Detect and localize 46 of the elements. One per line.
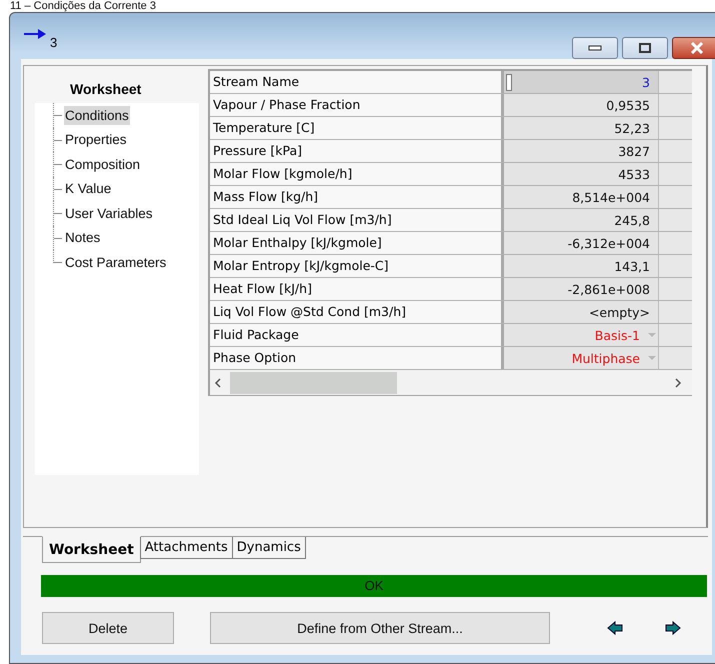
status-bar: OK	[41, 575, 707, 597]
scroll-right-icon[interactable]	[674, 378, 682, 388]
action-button[interactable]: Define from Other Stream...	[210, 612, 550, 644]
value-cell[interactable]: 4533	[504, 163, 659, 185]
value-cell[interactable]: 52,23	[504, 117, 659, 139]
tree-item[interactable]: K Value	[64, 179, 112, 198]
value-cell[interactable]: -2,861e+008	[504, 278, 659, 300]
tree-item[interactable]: User Variables	[64, 204, 154, 223]
arrow-icon	[24, 29, 46, 39]
row-label: Vapour / Phase Fraction	[210, 94, 504, 116]
value-cell[interactable]: 245,8	[504, 209, 659, 231]
previous-arrow-icon[interactable]	[607, 621, 623, 635]
maximize-button[interactable]	[622, 37, 668, 59]
value-cell[interactable]: Basis-1	[504, 324, 659, 346]
close-icon	[690, 42, 704, 54]
minimize-button[interactable]	[572, 37, 618, 59]
tree-item[interactable]: Properties	[64, 130, 128, 150]
tree-connector	[53, 103, 64, 128]
close-button[interactable]	[672, 37, 715, 59]
caption-text: 11 – Condições da Corrente 3	[9, 0, 156, 12]
value-cell[interactable]: 143,1	[504, 255, 659, 277]
scroll-thumb[interactable]	[230, 372, 397, 394]
next-arrow-icon[interactable]	[665, 621, 681, 635]
value-cell[interactable]: -6,312e+004	[504, 232, 659, 254]
action-button[interactable]: Delete	[42, 612, 174, 644]
row-label: Temperature [C]	[210, 117, 504, 139]
value-cell[interactable]: 0,9535	[504, 94, 659, 116]
value-cell[interactable]: <empty>	[504, 301, 659, 323]
tree-item[interactable]: Composition	[64, 154, 142, 174]
value-cell[interactable]: 3	[504, 71, 659, 93]
text-cursor	[506, 74, 512, 91]
value-cell[interactable]: 3827	[504, 140, 659, 162]
tab[interactable]: Dynamics	[232, 537, 306, 559]
horizontal-scrollbar[interactable]	[210, 370, 692, 395]
sidebar-heading: Worksheet	[69, 80, 142, 99]
tab[interactable]: Attachments	[140, 537, 233, 559]
tab[interactable]: Worksheet	[42, 536, 141, 563]
tree-item[interactable]: Conditions	[64, 106, 130, 125]
tree-item[interactable]: Notes	[64, 228, 102, 248]
value-cell[interactable]: 8,514e+004	[504, 186, 659, 208]
window-title: 3	[50, 35, 58, 50]
value-cell[interactable]: Multiphase	[504, 347, 659, 369]
minimize-icon	[588, 45, 602, 51]
scroll-left-icon[interactable]	[214, 378, 222, 388]
maximize-icon	[639, 43, 651, 53]
tree-item[interactable]: Cost Parameters	[64, 252, 168, 272]
